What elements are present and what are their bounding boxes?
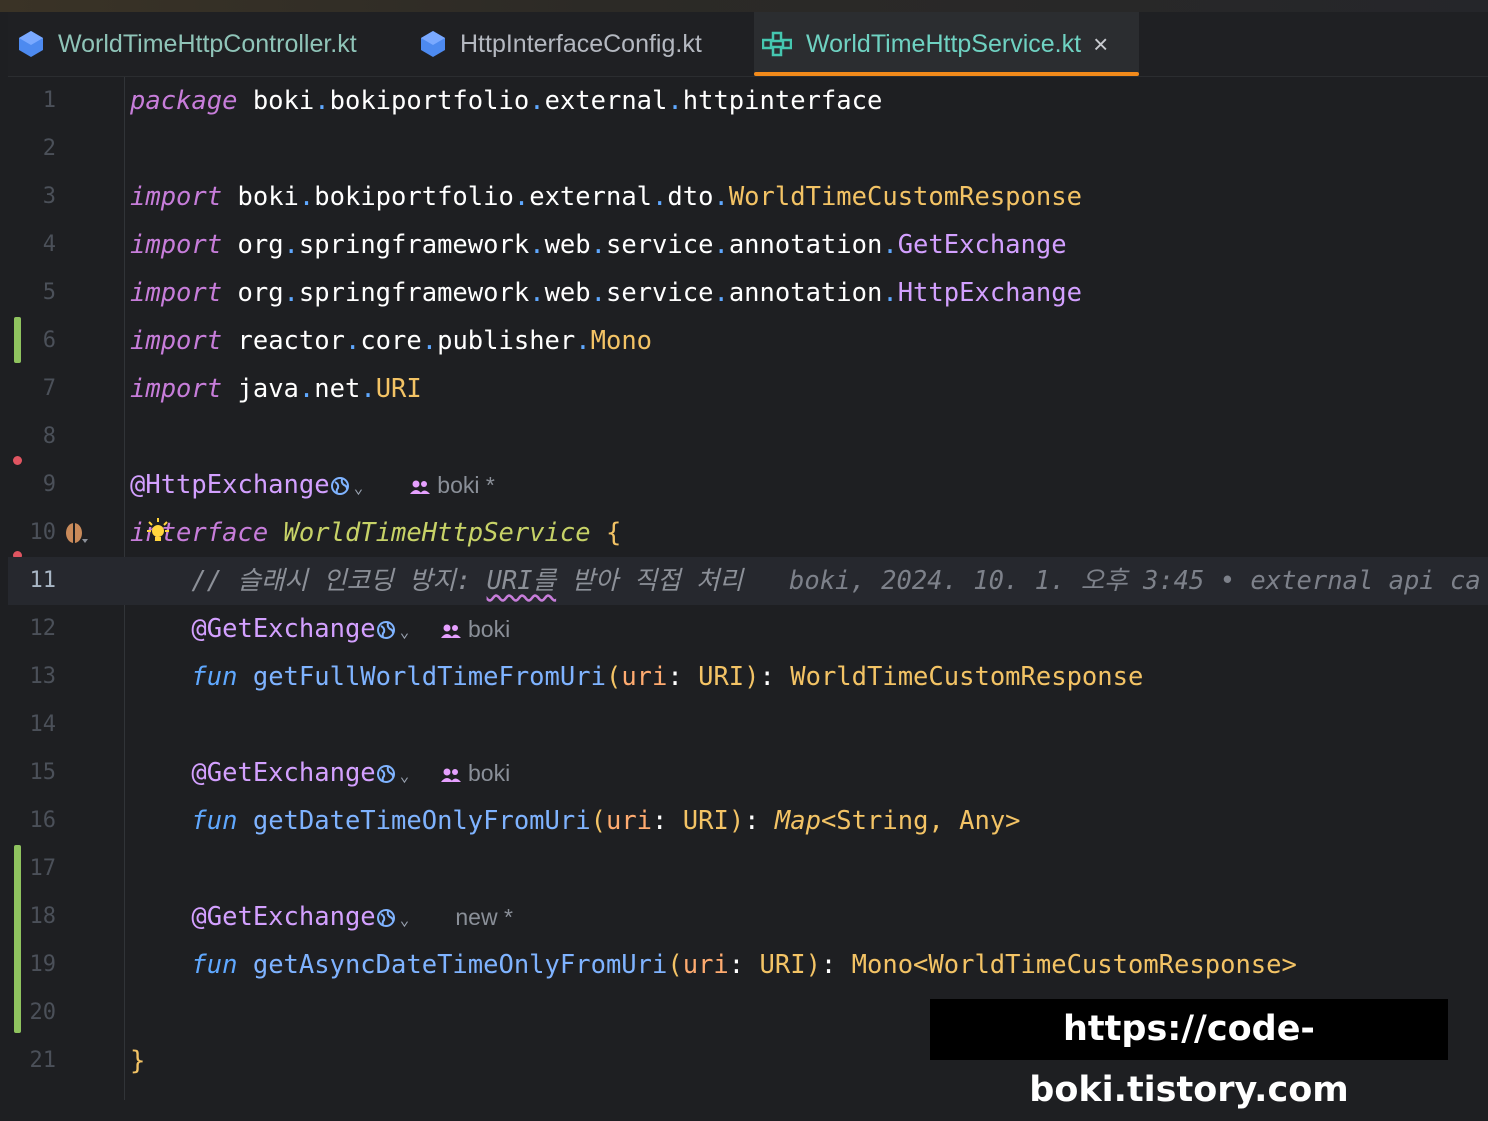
code-text: fun getFullWorldTimeFromUri(uri: URI): W… bbox=[191, 662, 1144, 692]
line-number: 14 bbox=[29, 712, 57, 737]
code-line-10: 10 interface WorldTimeHttpService { bbox=[8, 509, 1488, 557]
code-line-13: 13 fun getFullWorldTimeFromUri(uri: URI)… bbox=[8, 653, 1488, 701]
code-line-9: 9 @HttpExchange ⌄ boki * bbox=[8, 461, 1488, 509]
chevron-down-icon[interactable]: ⌄ bbox=[400, 910, 410, 929]
chevron-down-icon[interactable]: ⌄ bbox=[400, 766, 410, 785]
editor-tab-bar: WorldTimeHttpController.kt HttpInterface… bbox=[8, 12, 1488, 77]
code-line-17: 17 bbox=[8, 845, 1488, 893]
lightbulb-icon[interactable] bbox=[144, 517, 172, 547]
code-text: @GetExchange ⌄ boki bbox=[191, 614, 511, 644]
code-text: @HttpExchange ⌄ boki * bbox=[130, 470, 495, 500]
codevision-author[interactable]: boki * bbox=[409, 472, 495, 498]
line-number: 10 bbox=[29, 520, 57, 545]
code-line-12: 12 @GetExchange ⌄ boki bbox=[8, 605, 1488, 653]
tab-label: HttpInterfaceConfig.kt bbox=[460, 29, 702, 58]
codevision-author[interactable]: new * bbox=[455, 904, 513, 930]
code-text: package boki.bokiportfolio.external.http… bbox=[130, 86, 883, 116]
line-number: 12 bbox=[29, 616, 57, 641]
code-line-15: 15 @GetExchange ⌄ boki bbox=[8, 749, 1488, 797]
blog-watermark: https://code-boki.tistory.com bbox=[930, 999, 1448, 1110]
line-number: 8 bbox=[42, 424, 56, 449]
code-line-14: 14 bbox=[8, 701, 1488, 749]
people-icon bbox=[441, 624, 462, 638]
code-line-18: 18 @GetExchange ⌄ new * bbox=[8, 893, 1488, 941]
line-number: 3 bbox=[42, 184, 56, 209]
code-line-19: 19 fun getAsyncDateTimeOnlyFromUri(uri: … bbox=[8, 941, 1488, 989]
tab-label: WorldTimeHttpService.kt bbox=[806, 29, 1082, 58]
code-line-16: 16 fun getDateTimeOnlyFromUri(uri: URI):… bbox=[8, 797, 1488, 845]
line-number: 5 bbox=[42, 280, 56, 305]
line-number: 4 bbox=[42, 232, 56, 257]
tab-httpinterfaceconfig[interactable]: HttpInterfaceConfig.kt bbox=[420, 12, 702, 76]
code-text: interface WorldTimeHttpService { bbox=[130, 518, 622, 548]
code-text: // 슬래시 인코딩 방지: URI를 받아 직접 처리 boki, 2024.… bbox=[191, 566, 1481, 596]
code-line-2: 2 bbox=[8, 125, 1488, 173]
code-text: import boki.bokiportfolio.external.dto.W… bbox=[130, 182, 1082, 212]
codevision-author[interactable]: boki bbox=[440, 616, 510, 642]
globe-icon[interactable] bbox=[376, 764, 396, 784]
code-line-6: 6 import reactor.core.publisher.Mono bbox=[8, 317, 1488, 365]
code-line-3: 3 import boki.bokiportfolio.external.dto… bbox=[8, 173, 1488, 221]
code-line-1: 1 package boki.bokiportfolio.external.ht… bbox=[8, 77, 1488, 125]
implemented-gutter-icon[interactable] bbox=[64, 521, 92, 547]
code-text: @GetExchange ⌄ new * bbox=[191, 902, 513, 932]
line-number: 6 bbox=[42, 328, 56, 353]
kotlin-class-icon bbox=[421, 31, 445, 57]
chevron-down-icon[interactable]: ⌄ bbox=[354, 478, 364, 497]
line-number: 16 bbox=[29, 808, 57, 833]
line-number: 21 bbox=[29, 1048, 57, 1073]
line-number: 18 bbox=[29, 904, 57, 929]
tab-label: WorldTimeHttpController.kt bbox=[58, 29, 357, 58]
code-text: import reactor.core.publisher.Mono bbox=[130, 326, 653, 356]
code-line-11: 11 // 슬래시 인코딩 방지: URI를 받아 직접 처리 boki, 20… bbox=[8, 557, 1488, 605]
active-tab-underline bbox=[754, 72, 1139, 76]
code-text: fun getAsyncDateTimeOnlyFromUri(uri: URI… bbox=[191, 950, 1297, 980]
globe-icon[interactable] bbox=[376, 620, 396, 640]
globe-icon[interactable] bbox=[376, 908, 396, 928]
code-text: import org.springframework.web.service.a… bbox=[130, 278, 1082, 308]
line-number: 17 bbox=[29, 856, 57, 881]
line-number: 1 bbox=[42, 88, 56, 113]
code-line-5: 5 import org.springframework.web.service… bbox=[8, 269, 1488, 317]
line-number: 19 bbox=[29, 952, 57, 977]
line-number: 20 bbox=[29, 1000, 57, 1025]
window-top-strip bbox=[0, 0, 1488, 12]
chevron-down-icon[interactable]: ⌄ bbox=[400, 622, 410, 641]
people-icon bbox=[441, 768, 462, 782]
code-line-7: 7 import java.net.URI bbox=[8, 365, 1488, 413]
code-text: fun getDateTimeOnlyFromUri(uri: URI): Ma… bbox=[191, 806, 1021, 836]
interface-icon bbox=[762, 31, 792, 57]
line-number: 11 bbox=[29, 568, 57, 593]
line-number: 7 bbox=[42, 376, 56, 401]
globe-icon[interactable] bbox=[330, 476, 350, 496]
kotlin-class-icon bbox=[19, 31, 43, 57]
code-text: import java.net.URI bbox=[130, 374, 422, 404]
code-line-8: 8 bbox=[8, 413, 1488, 461]
inline-blame: boki, 2024. 10. 1. 오후 3:45 • external ap… bbox=[789, 566, 1481, 596]
code-text: @GetExchange ⌄ boki bbox=[191, 758, 511, 788]
people-icon bbox=[410, 480, 431, 494]
code-line-4: 4 import org.springframework.web.service… bbox=[8, 221, 1488, 269]
codevision-author[interactable]: boki bbox=[440, 760, 510, 786]
line-number: 15 bbox=[29, 760, 57, 785]
code-text: } bbox=[130, 1046, 146, 1076]
code-text: import org.springframework.web.service.a… bbox=[130, 230, 1067, 260]
code-editor[interactable]: 1 package boki.bokiportfolio.external.ht… bbox=[8, 77, 1488, 1100]
tab-worldtimehttpcontroller[interactable]: WorldTimeHttpController.kt bbox=[18, 12, 357, 76]
tab-worldtimehttpservice[interactable]: WorldTimeHttpService.kt × bbox=[754, 12, 1139, 76]
line-number: 2 bbox=[42, 136, 56, 161]
line-number: 13 bbox=[29, 664, 57, 689]
line-number: 9 bbox=[42, 472, 56, 497]
close-icon[interactable]: × bbox=[1093, 29, 1108, 60]
